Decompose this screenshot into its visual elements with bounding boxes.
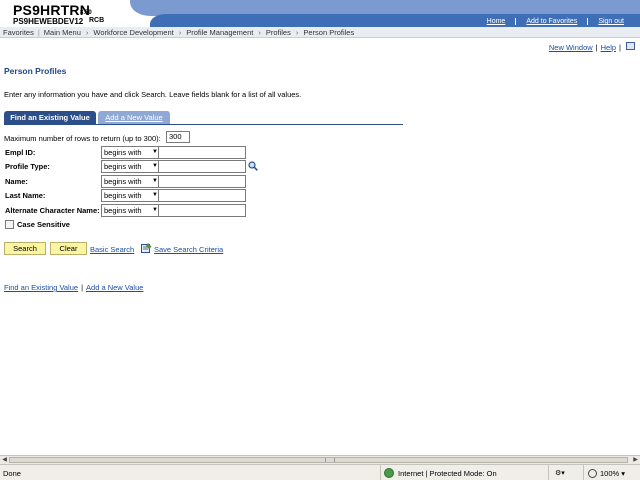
link-separator: |	[81, 283, 84, 292]
protected-mode-tools[interactable]: ⚙▾	[548, 465, 565, 480]
name-operator-select[interactable]: begins with ▼	[101, 175, 161, 188]
case-sensitive-label: Case Sensitive	[17, 220, 70, 229]
header-links: Home Add to Favorites Sign out	[477, 16, 634, 27]
find-existing-value-link[interactable]: Find an Existing Value	[4, 283, 78, 292]
add-to-favorites-link[interactable]: Add to Favorites	[515, 18, 587, 25]
max-rows-label: Maximum number of rows to return (up to …	[4, 134, 161, 143]
profile-type-input[interactable]	[158, 160, 246, 173]
new-window-link[interactable]: New Window	[549, 43, 593, 52]
favorites-menu[interactable]: Favorites	[3, 28, 34, 37]
profile-type-operator-select[interactable]: begins with ▼	[101, 160, 161, 173]
security-zone[interactable]: Internet | Protected Mode: On	[380, 465, 497, 480]
search-button[interactable]: Search	[4, 242, 46, 255]
zone-text: Internet | Protected Mode: On	[398, 468, 497, 478]
breadcrumb-person-profiles: Person Profiles	[303, 27, 355, 37]
last-name-operator-select[interactable]: begins with ▼	[101, 189, 161, 202]
status-bar: Done Internet | Protected Mode: On ⚙▾ 10…	[0, 464, 640, 480]
link-separator: |	[619, 43, 621, 52]
breadcrumb-workforce-development[interactable]: Workforce Development	[93, 28, 173, 37]
system-name: PS9HRTRN	[13, 2, 91, 18]
search-row-last-name: Last Name: begins with ▼	[4, 189, 304, 202]
horizontal-scrollbar[interactable]: ◀ ▶	[0, 455, 640, 464]
case-sensitive-checkbox[interactable]	[5, 220, 14, 229]
emplid-operator-select[interactable]: begins with ▼	[101, 146, 161, 159]
home-link[interactable]: Home	[477, 18, 516, 25]
breadcrumb-profile-management[interactable]: Profile Management	[186, 28, 253, 37]
help-link[interactable]: Help	[601, 43, 616, 52]
sign-out-link[interactable]: Sign out	[587, 18, 634, 25]
case-sensitive-option: Case Sensitive	[5, 220, 70, 229]
scroll-right-icon[interactable]: ▶	[631, 456, 640, 464]
breadcrumb-profiles[interactable]: Profiles	[266, 28, 291, 37]
clear-button[interactable]: Clear	[50, 242, 87, 255]
search-row-profile-type: Profile Type: begins with ▼	[4, 160, 304, 173]
status-text: Done	[3, 469, 21, 478]
page-title: Person Profiles	[4, 66, 67, 76]
save-search-icon[interactable]	[141, 243, 152, 253]
chevron-down-icon: ▾	[619, 468, 626, 478]
breadcrumb: Favorites | Main Menu › Workforce Develo…	[0, 27, 640, 38]
menu-separator: |	[37, 27, 40, 37]
last-name-input[interactable]	[158, 189, 246, 202]
lookup-magnifier-icon[interactable]	[248, 161, 258, 171]
browser-window: PS9HRTRN 8.50 PS9HEWEBDEV12 RCB Home Add…	[0, 0, 640, 480]
app-header: PS9HRTRN 8.50 PS9HEWEBDEV12 RCB Home Add…	[0, 0, 640, 27]
field-label: Name:	[5, 177, 28, 186]
search-row-alternate-name: Alternate Character Name: begins with ▼	[4, 204, 304, 217]
breadcrumb-chevron-icon: ›	[295, 27, 299, 37]
add-new-value-link[interactable]: Add a New Value	[86, 283, 143, 292]
breadcrumb-chevron-icon: ›	[178, 27, 182, 37]
scrollbar-thumb[interactable]	[9, 457, 628, 463]
bottom-links: Find an Existing Value | Add a New Value	[4, 283, 143, 292]
database-name: PS9HEWEBDEV12	[13, 17, 84, 26]
utility-links: New Window | Help |	[549, 43, 624, 52]
alternate-name-operator-select[interactable]: begins with ▼	[101, 204, 161, 217]
tab-divider	[4, 124, 403, 125]
tab-add-new-value[interactable]: Add a New Value	[98, 111, 170, 124]
settings-icon: ⚙▾	[555, 470, 565, 477]
search-row-emplid: Empl ID: begins with ▼	[4, 146, 304, 159]
scrollbar-grip	[325, 458, 335, 462]
link-separator: |	[595, 43, 598, 52]
zoom-control[interactable]: 100% ▾	[583, 465, 625, 480]
zoom-level: 100%	[600, 468, 620, 478]
breadcrumb-chevron-icon: ›	[258, 27, 261, 37]
customize-page-icon[interactable]	[626, 42, 635, 50]
main-menu[interactable]: Main Menu	[44, 28, 81, 37]
field-label: Empl ID:	[5, 148, 36, 157]
system-version: 8.50	[80, 10, 92, 16]
field-label: Last Name:	[5, 191, 46, 200]
globe-icon	[384, 468, 394, 478]
save-search-criteria-link[interactable]: Save Search Criteria	[154, 245, 223, 254]
search-row-name: Name: begins with ▼	[4, 175, 304, 188]
scroll-left-icon[interactable]: ◀	[0, 456, 9, 464]
alternate-name-input[interactable]	[158, 204, 246, 217]
max-rows-input[interactable]: 300	[166, 131, 190, 143]
field-label: Profile Type:	[5, 162, 50, 171]
field-label: Alternate Character Name:	[5, 206, 100, 215]
breadcrumb-chevron-icon: ›	[85, 27, 89, 37]
page-instructions: Enter any information you have and click…	[4, 90, 302, 99]
basic-search-link[interactable]: Basic Search	[90, 245, 134, 254]
site-code: RCB	[89, 17, 105, 24]
name-input[interactable]	[158, 175, 246, 188]
emplid-input[interactable]	[158, 146, 246, 159]
tab-find-existing-value[interactable]: Find an Existing Value	[4, 111, 96, 124]
zoom-icon	[588, 468, 597, 478]
